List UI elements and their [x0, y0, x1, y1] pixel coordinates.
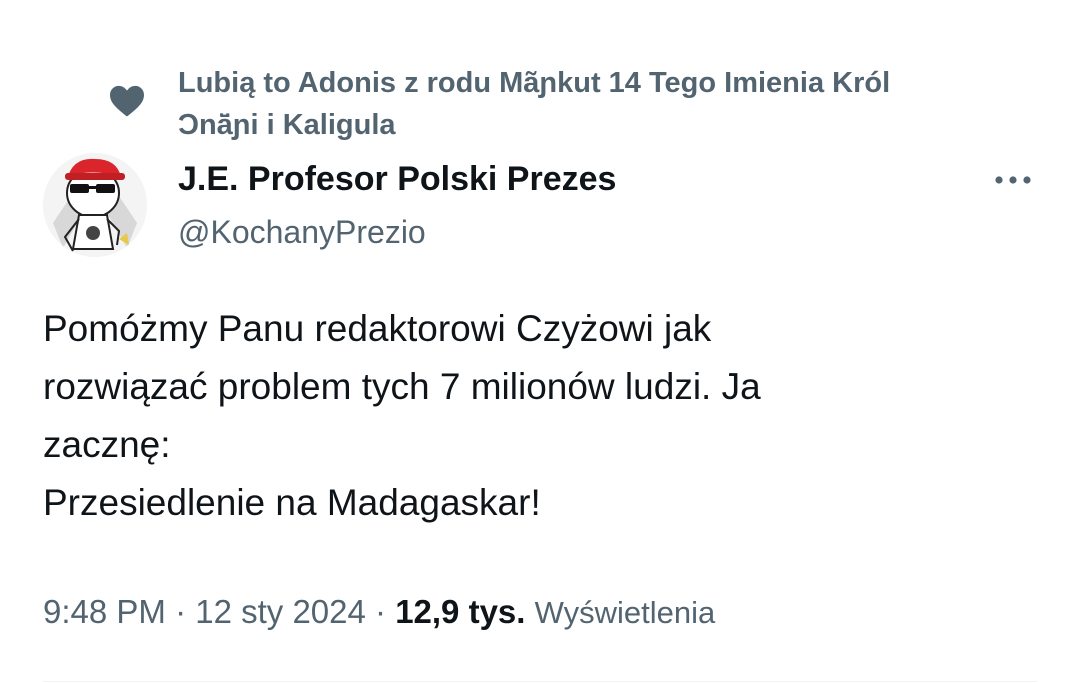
tweet-metadata: 9:48 PM · 12 sty 2024 · 12,9 tys. Wyświe…	[43, 590, 715, 635]
tweet-line: rozwiązać problem tych 7 milionów ludzi.…	[43, 366, 761, 407]
views-label[interactable]: Wyświetlenia	[535, 595, 716, 630]
tweet-line: Pomóżmy Panu redaktorowi Czyżowi jak	[43, 308, 712, 349]
avatar[interactable]	[43, 153, 147, 257]
tweet-time[interactable]: 9:48 PM	[43, 593, 166, 630]
liked-by-line-2: Ɔnā̈ɲi i Kaligula	[178, 109, 396, 141]
author-handle[interactable]: @KochanyPrezio	[178, 211, 426, 253]
tweet-text: Pomóżmy Panu redaktorowi Czyżowi jak roz…	[43, 300, 1043, 532]
heart-icon	[110, 85, 144, 117]
meta-separator: ·	[165, 593, 196, 630]
social-context[interactable]: Lubią to Adonis z rodu Mãɲkut 14 Tego Im…	[108, 62, 1008, 146]
views-count[interactable]: 12,9 tys.	[395, 593, 525, 630]
tweet-line: Przesiedlenie na Madagaskar!	[43, 482, 541, 523]
liked-by-text: Lubią to Adonis z rodu Mãɲkut 14 Tego Im…	[178, 62, 890, 146]
liked-by-line-1: Lubią to Adonis z rodu Mãɲkut 14 Tego Im…	[178, 67, 891, 99]
more-options-icon[interactable]	[992, 170, 1034, 190]
divider	[43, 681, 1037, 682]
meta-separator: ·	[365, 593, 396, 630]
tweet-line: zacznę:	[43, 424, 171, 465]
author-display-name[interactable]: J.E. Profesor Polski Prezes	[178, 158, 616, 200]
tweet-date[interactable]: 12 sty 2024	[195, 593, 366, 630]
